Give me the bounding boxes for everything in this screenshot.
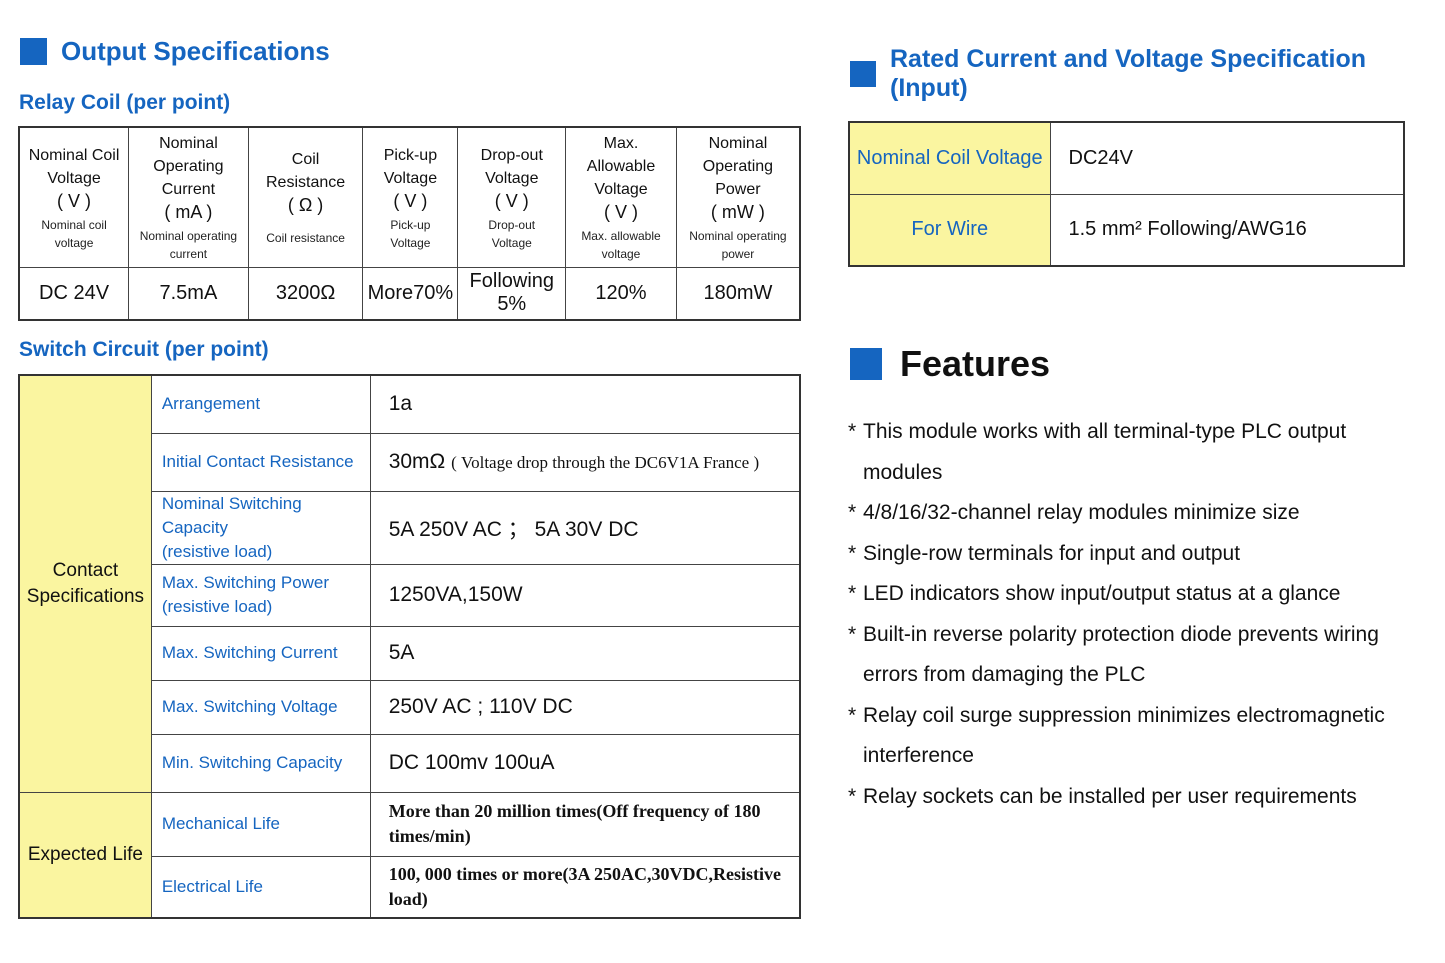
switch-circuit-title: Switch Circuit (per point) [19, 338, 269, 361]
param-value: 1250VA,150W [369, 563, 801, 627]
contact-specs-category: Contact Specifications [18, 374, 152, 793]
coil-value-cell: 3200Ω [247, 267, 364, 320]
param-value: 1a [369, 374, 801, 434]
list-item: * Single-row terminals for input and outp… [848, 534, 1428, 575]
relay-coil-table: Nominal Coil Voltage( V ) Nominal coil volt… [18, 126, 801, 321]
table-row: Expected Life Mechanical Life More than … [18, 791, 801, 919]
list-item: * LED indicators show input/output status… [848, 574, 1428, 615]
param-value: DC 100mv 100uA [369, 733, 801, 793]
coil-value-cell: Following 5% [457, 267, 567, 320]
coil-header-cell: Drop-out Voltage( V ) Drop-out Voltage [457, 126, 567, 268]
bullet-icon: * [848, 784, 857, 808]
coil-header-cell: Pick-up Voltage( V ) Pick-up Voltage [362, 126, 459, 268]
rated-value: 1.5 mm² Following/AWG16 [1049, 193, 1405, 267]
output-specs-title-text: Output Specifications [61, 36, 330, 66]
coil-value-cell: DC 24V [18, 267, 130, 320]
relay-coil-header-row: Nominal Coil Voltage( V ) Nominal coil volt… [18, 126, 801, 268]
square-bullet-icon [850, 61, 876, 87]
param-label: Max. Switching Power (resistive load) [150, 563, 371, 627]
bullet-icon: * [848, 420, 857, 443]
bullet-icon: * [848, 541, 857, 565]
param-label: Nominal Switching Capacity (resistive loa… [150, 490, 371, 565]
param-label: Min. Switching Capacity [150, 733, 371, 793]
bullet-icon: * [848, 703, 857, 727]
relay-coil-value-row: DC 24V 7.5mA 3200Ω More70% Following 5% … [18, 267, 801, 320]
features-title: Features [850, 343, 1050, 385]
param-label: Max. Switching Current [150, 625, 371, 681]
features-list: * This module works with all terminal-typ… [848, 412, 1428, 817]
rated-value: DC24V [1049, 121, 1405, 195]
rated-label: Nominal Coil Voltage [848, 121, 1051, 195]
coil-value-cell: 120% [565, 267, 677, 320]
list-item: * This module works with all terminal-typ… [848, 412, 1428, 493]
square-bullet-icon [850, 348, 882, 380]
param-label: Arrangement [150, 374, 371, 434]
coil-value-cell: 7.5mA [128, 267, 249, 320]
coil-header-cell: Max. Allowable Voltage( V ) Max. allowable… [565, 126, 677, 268]
coil-value-cell: More70% [362, 267, 459, 320]
expected-life-category: Expected Life [18, 791, 152, 919]
coil-value-cell: 180mW [675, 267, 801, 320]
param-label: Mechanical Life [150, 791, 371, 857]
param-value: More than 20 million times(Off frequency… [369, 791, 801, 857]
param-label: Electrical Life [150, 855, 371, 919]
param-value: 5A 250V AC ； 5A 30V DC [369, 490, 801, 565]
list-item: * Relay coil surge suppression minimizes … [848, 696, 1428, 777]
coil-header-cell: Coil Resistance( Ω ) Coil resistance [247, 126, 364, 268]
param-value: 5A [369, 625, 801, 681]
square-bullet-icon [20, 38, 47, 65]
output-specs-title: Output Specifications [20, 36, 330, 67]
param-value: 30mΩ ( Voltage drop through the DC6V1A F… [369, 432, 801, 492]
list-item: * 4/8/16/32-channel relay modules minimiz… [848, 493, 1428, 534]
coil-header-cell: Nominal Operating Power( mW ) Nominal oper… [675, 126, 801, 268]
param-label: Max. Switching Voltage [150, 679, 371, 735]
rated-title-text: Rated Current and Voltage Specification … [890, 45, 1367, 102]
bullet-icon: * [848, 582, 857, 605]
param-value: 250V AC ; 110V DC [369, 679, 801, 735]
bullet-icon: * [848, 501, 857, 524]
table-row: Contact Specifications Arrangement 1a [18, 374, 801, 793]
rated-title: Rated Current and Voltage Specification … [850, 45, 1445, 103]
param-value: 100, 000 times or more(3A 250AC,30VDC,Re… [369, 855, 801, 919]
features-title-text: Features [900, 343, 1051, 384]
bullet-icon: * [848, 622, 857, 646]
coil-header-cell: Nominal Coil Voltage( V ) Nominal coil volt… [18, 126, 130, 268]
coil-header-cell: Nominal Operating Current( mA ) Nominal op… [128, 126, 249, 268]
table-row: Nominal Coil Voltage DC24V [848, 121, 1405, 195]
list-item: * Built-in reverse polarity protection di… [848, 615, 1428, 696]
relay-coil-title: Relay Coil (per point) [19, 91, 231, 114]
table-row: For Wire 1.5 mm² Following/AWG16 [848, 193, 1405, 267]
switch-circuit-table: Contact Specifications Arrangement 1a Ini… [18, 374, 801, 919]
param-label: Initial Contact Resistance [150, 432, 371, 492]
list-item: * Relay sockets can be installed per user… [848, 777, 1428, 818]
rated-table: Nominal Coil Voltage DC24V For Wire 1.5 … [848, 121, 1405, 267]
rated-label: For Wire [848, 193, 1051, 267]
